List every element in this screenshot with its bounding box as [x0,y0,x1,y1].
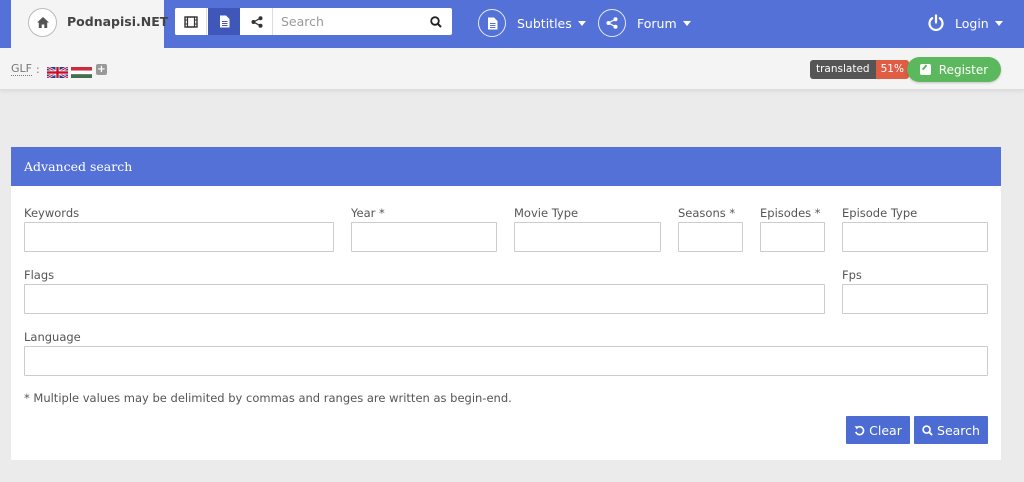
shared-filter-button[interactable] [241,8,273,35]
nav-subtitles-dropdown[interactable]: Subtitles [478,9,586,37]
episodes-input[interactable] [760,222,825,252]
edit-icon [919,64,931,75]
fps-input[interactable] [842,284,988,314]
glf-colon: : [36,63,40,76]
uk-flag-icon[interactable] [46,63,69,80]
nav-login-dropdown[interactable]: Login [927,9,1003,37]
power-icon [928,14,944,32]
movie-type-input[interactable] [514,222,661,252]
search-label: Search [937,422,980,438]
document-icon [219,15,229,28]
search-submit-button[interactable] [424,8,448,35]
flags-label: Flags [24,268,55,282]
seasons-label: Seasons * [678,206,736,220]
film-icon [183,15,198,28]
help-note: * Multiple values may be delimited by co… [24,391,512,405]
search-bar [175,8,452,35]
nav-subtitles-label: Subtitles [517,15,572,31]
add-language-button[interactable]: + [96,64,107,75]
clear-label: Clear [869,422,902,438]
clear-button[interactable]: Clear [846,416,910,444]
panel-title: Advanced search [11,147,1001,186]
register-label: Register [938,62,989,77]
brand-name[interactable]: Podnapisi.NET [67,14,168,29]
hu-flag-icon[interactable] [71,63,92,78]
top-navbar: Podnapisi.NET Subtitles Forum Login [0,0,1024,48]
translated-badge[interactable]: translated 51% [810,60,909,79]
year-input[interactable] [351,222,497,252]
episodes-label: Episodes * [760,206,821,220]
search-input[interactable] [273,8,423,35]
year-label: Year * [351,206,385,220]
episode-type-label: Episode Type [842,206,918,220]
translated-label: translated [810,60,876,79]
fps-label: Fps [842,268,862,282]
brand[interactable]: Podnapisi.NET [11,0,168,48]
chevron-down-icon [994,20,1003,26]
nav-forum-label: Forum [637,15,677,31]
undo-icon [854,425,865,435]
home-icon[interactable] [28,8,57,37]
movies-filter-button[interactable] [175,8,207,35]
episode-type-input[interactable] [842,222,988,252]
movie-type-label: Movie Type [514,206,579,220]
language-label: Language [24,330,81,344]
flags-input[interactable] [24,284,825,314]
advanced-search-panel: Advanced search Keywords Year * Movie Ty… [11,147,1001,460]
search-icon [922,424,933,436]
keywords-label: Keywords [24,206,80,220]
share-icon [251,15,262,28]
chevron-down-icon [682,20,691,26]
keywords-input[interactable] [24,222,334,252]
register-button[interactable]: Register [907,57,1001,82]
subtitles-filter-button[interactable] [208,8,240,35]
translated-percent: 51% [875,60,909,79]
document-icon [478,9,506,37]
chevron-down-icon [577,20,586,26]
nav-forum-dropdown[interactable]: Forum [598,9,691,37]
search-icon [430,15,442,28]
glf-label[interactable]: GLF [11,63,32,76]
nav-login-label: Login [955,15,989,31]
language-input[interactable] [24,346,988,376]
seasons-input[interactable] [678,222,743,252]
share-icon [598,9,626,37]
search-button[interactable]: Search [914,416,988,444]
